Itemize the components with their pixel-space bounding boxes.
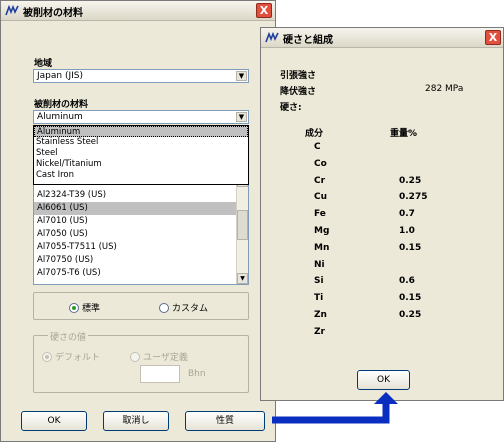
table-row: Zn 0.25: [261, 310, 501, 326]
element-symbol: Co: [314, 158, 327, 169]
table-row: Cr 0.25: [261, 176, 501, 192]
element-symbol: C: [314, 142, 321, 152]
material-select[interactable]: Aluminum ▼: [33, 110, 249, 124]
element-symbol: Fe: [314, 209, 326, 220]
weight-column-header: 重量%: [390, 129, 418, 139]
grade-list[interactable]: (US) Al2324-T39 (US)Al6061 (US)Al7010 (U…: [33, 175, 249, 285]
material-select-value: Aluminum: [37, 112, 83, 122]
radio-selected-icon: [69, 302, 79, 313]
material-dialog-titlebar[interactable]: 被削材の材料 X: [1, 1, 275, 21]
grade-list-items: (US) Al2324-T39 (US)Al6061 (US)Al7010 (U…: [34, 176, 236, 280]
component-column-header: 成分: [305, 129, 324, 139]
material-dialog-title: 被削材の材料: [23, 8, 83, 19]
table-row: Si 0.6: [261, 276, 501, 292]
table-row: Fe 0.7: [261, 209, 501, 225]
table-row: Mn 0.15: [261, 243, 501, 259]
element-weight: 0.15: [399, 242, 422, 253]
mode-custom-radio[interactable]: カスタム: [159, 301, 208, 314]
dropdown-item[interactable]: Stainless Steel: [34, 137, 248, 148]
material-label: 被削材の材料: [34, 100, 89, 110]
element-symbol: Mg: [314, 226, 330, 236]
hardness-unit-label: Bhn: [188, 369, 206, 379]
chevron-down-icon[interactable]: ▼: [236, 71, 247, 81]
mode-group: 標準 カスタム: [33, 292, 249, 320]
element-symbol: Zr: [314, 326, 325, 337]
properties-dialog-title: 硬さと組成: [283, 35, 333, 46]
scroll-down-icon[interactable]: ▼: [237, 273, 248, 284]
element-symbol: Si: [314, 276, 324, 287]
element-weight: 0.25: [399, 310, 422, 320]
list-item[interactable]: Al70750 (US): [34, 254, 236, 267]
hardness-default-radio[interactable]: デフォルト: [42, 350, 100, 363]
element-weight: 0.275: [399, 192, 428, 203]
region-select[interactable]: Japan (JIS) ▼: [33, 69, 249, 83]
ok-button[interactable]: OK: [21, 411, 87, 431]
dropdown-item[interactable]: Cast Iron: [34, 170, 248, 181]
properties-button[interactable]: 性質: [185, 411, 265, 431]
element-weight: 0.15: [399, 293, 422, 304]
cancel-button[interactable]: 取消し: [103, 411, 169, 431]
table-row: Ti 0.15: [261, 293, 501, 309]
element-symbol: Cu: [314, 192, 328, 203]
properties-dialog-close-icon[interactable]: X: [485, 30, 501, 45]
element-symbol: Ni: [314, 259, 325, 270]
table-row: Mg 1.0: [261, 226, 501, 242]
properties-ok-button[interactable]: OK: [357, 370, 410, 390]
material-dialog-close-icon[interactable]: X: [256, 3, 272, 18]
chevron-down-icon[interactable]: ▼: [236, 112, 247, 122]
hardness-user-radio[interactable]: ユーザ定義: [130, 350, 188, 363]
element-symbol: Zn: [314, 310, 327, 320]
radio-selected-icon: [42, 351, 52, 362]
element-weight: 1.0: [399, 226, 415, 236]
element-weight: 0.6: [399, 276, 415, 287]
list-item[interactable]: Al7055-T7511 (US): [34, 241, 236, 254]
dropdown-item[interactable]: Steel: [34, 148, 248, 159]
list-item[interactable]: Al7010 (US): [34, 215, 236, 228]
list-item[interactable]: Al7050 (US): [34, 228, 236, 241]
grade-items: Al2324-T39 (US) Al6061 (US) Al7010 (US) Al7…: [34, 189, 236, 280]
app-logo-icon: [5, 5, 19, 16]
material-dialog: 被削材の材料 X 地域 Japan (JIS) ▼ 被削材の材料 Aluminu…: [0, 0, 276, 442]
properties-dialog: 硬さと組成 X 引張強さ 降伏強さ 282 MPa 硬さ: 成分 重量% C Co…: [260, 27, 504, 401]
yield-strength-label: 降伏強さ: [280, 87, 317, 97]
table-row: C: [261, 142, 501, 158]
properties-dialog-titlebar[interactable]: 硬さと組成 X: [261, 28, 503, 48]
list-item[interactable]: Al7075-T6 (US): [34, 267, 236, 280]
element-symbol: Mn: [314, 242, 330, 253]
element-symbol: Ti: [314, 293, 324, 304]
region-select-value: Japan (JIS): [37, 71, 84, 81]
hardness-label: 硬さ:: [280, 103, 302, 113]
element-symbol: Cr: [314, 175, 326, 186]
connector-arrow-icon: [272, 392, 398, 424]
hardness-value-input[interactable]: [140, 365, 180, 383]
table-row: Ni: [261, 260, 501, 276]
tensile-strength-label: 引張強さ: [280, 71, 317, 81]
material-dropdown-items: Aluminum Stainless Steel Steel Nickel/Titan…: [34, 126, 248, 181]
mode-standard-radio[interactable]: 標準: [69, 301, 100, 314]
hardness-group-label: 硬さの値: [48, 330, 89, 343]
dropdown-item[interactable]: Nickel/Titanium: [34, 159, 248, 170]
material-dropdown-list[interactable]: Aluminum Stainless Steel Steel Nickel/Titan…: [33, 125, 249, 185]
element-weight: 0.7: [399, 209, 415, 220]
yield-strength-value: 282 MPa: [425, 84, 464, 94]
table-row: Co: [261, 159, 501, 175]
scroll-thumb[interactable]: [237, 210, 248, 240]
element-weight: 0.25: [399, 175, 422, 186]
grade-list-scrollbar[interactable]: ▲ ▼: [236, 176, 248, 284]
hardness-group: 硬さの値 デフォルト ユーザ定義 Bhn: [33, 330, 249, 393]
dropdown-item[interactable]: Aluminum: [34, 126, 248, 137]
table-row: Cu 0.275: [261, 192, 501, 208]
region-label: 地域: [34, 59, 53, 69]
table-row: Zr: [261, 327, 501, 343]
list-item[interactable]: Al2324-T39 (US): [34, 189, 236, 202]
radio-empty-icon: [159, 302, 169, 313]
app-logo-icon: [265, 32, 279, 43]
radio-empty-icon: [130, 351, 140, 362]
list-item[interactable]: Al6061 (US): [34, 202, 236, 215]
